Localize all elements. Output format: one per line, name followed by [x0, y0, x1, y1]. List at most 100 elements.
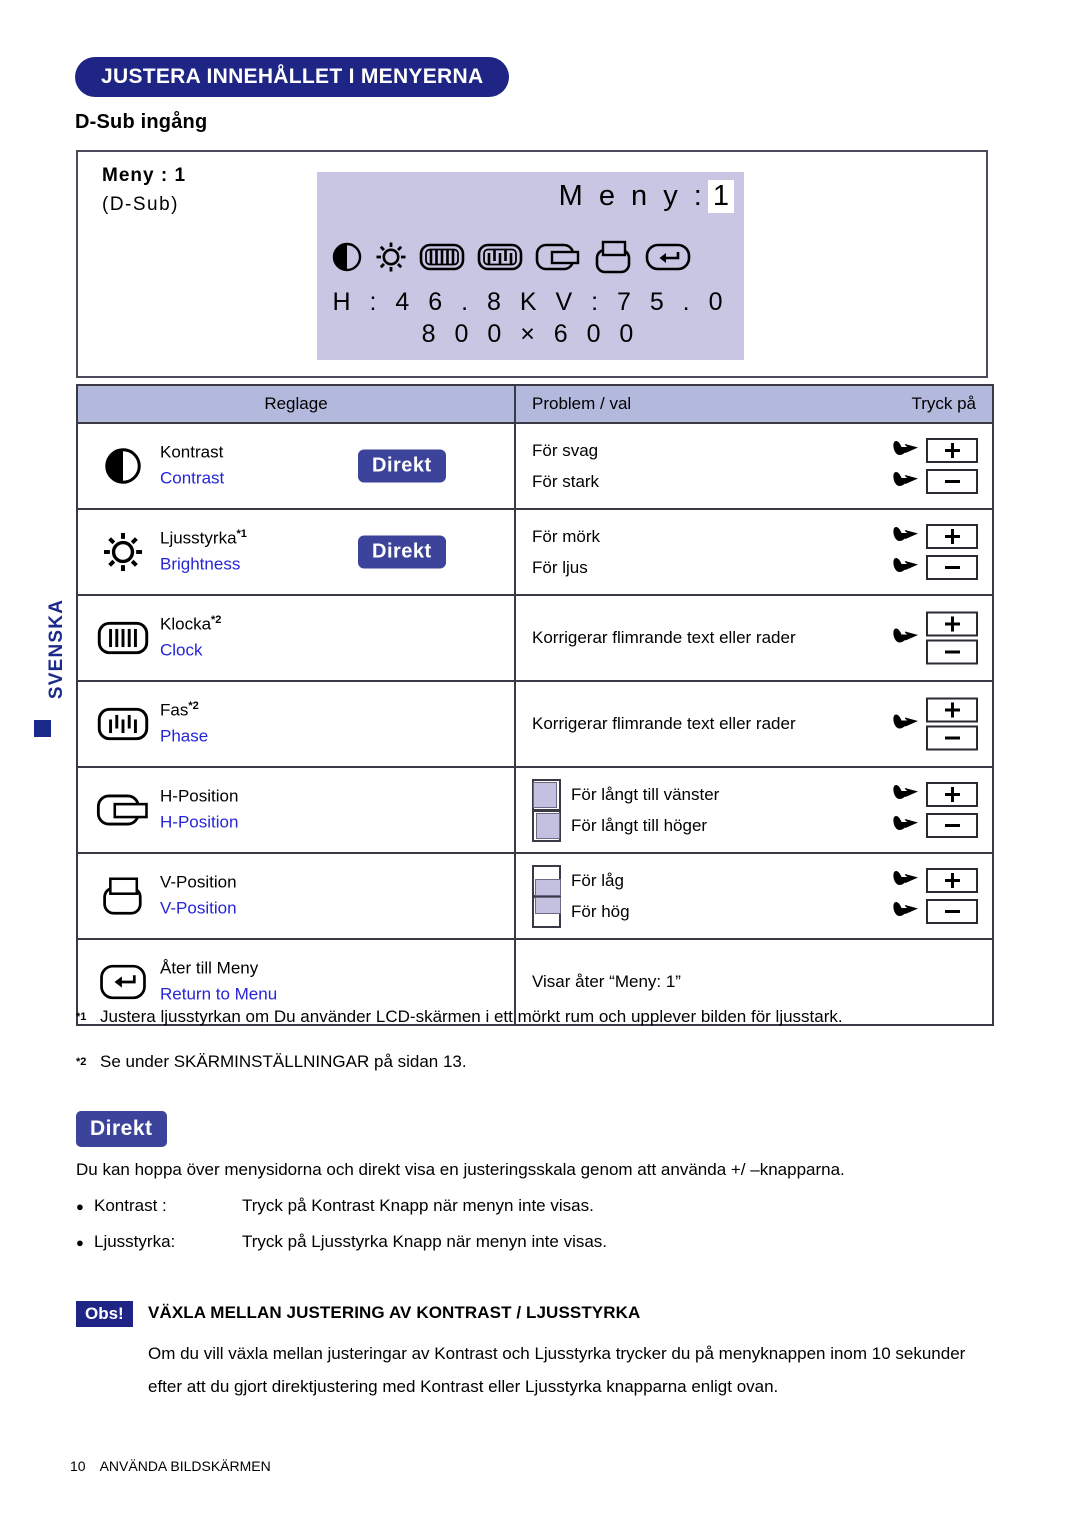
minus-button[interactable] [926, 725, 978, 751]
row-label-en: Clock [160, 641, 203, 660]
row-label-sv: Ljusstyrka*1 [160, 528, 247, 548]
pointing-hand-icon [893, 556, 919, 579]
note-title: VÄXLA MELLAN JUSTERING AV KONTRAST / LJU… [148, 1303, 641, 1322]
clock-icon [419, 241, 465, 278]
button-row [893, 521, 978, 552]
phase-icon [94, 695, 152, 753]
row-labels: Kontrast Contrast [160, 440, 224, 493]
clock-icon [94, 609, 152, 667]
option-text: För mörk [532, 526, 600, 546]
row-labels: V-Position V-Position [160, 870, 237, 923]
minus-button[interactable] [926, 899, 978, 924]
direkt-section-paragraph: Du kan hoppa över menysidorna och direkt… [76, 1160, 845, 1179]
preview-thumb-content-left [532, 778, 561, 811]
option-item: För hög [532, 895, 630, 928]
v-position-icon [94, 867, 152, 925]
direkt-item-value: Tryck på Kontrast Knapp när menyn inte v… [242, 1196, 594, 1215]
option-text: Korrigerar flimrande text eller rader [532, 628, 796, 647]
bullet-icon: ● [76, 1199, 84, 1214]
minus-button[interactable] [926, 639, 978, 665]
row-label-sv: Klocka*2 [160, 614, 222, 634]
button-row [893, 466, 978, 497]
osd-icon-row [331, 240, 731, 279]
option-text: För långt till vänster [571, 784, 720, 804]
button-list [893, 611, 978, 665]
minus-button[interactable] [926, 555, 978, 580]
plus-button[interactable] [926, 697, 978, 723]
row-problem-v-position: För låg För hög [514, 852, 994, 940]
page-title: JUSTERA INNEHÅLLET I MENYERNA [101, 65, 484, 88]
plus-button[interactable] [926, 868, 978, 893]
osd-menu-number: 1 [707, 180, 734, 213]
option-list: För mörk För ljus [532, 521, 600, 583]
osd-resolution: 8 0 0 × 6 0 0 [421, 320, 640, 348]
option-text: För svag [532, 440, 599, 460]
button-row [893, 896, 978, 927]
direkt-item-key: Ljusstyrka: [94, 1232, 176, 1251]
direkt-section-badge: Direkt [76, 1111, 167, 1147]
button-row [893, 810, 978, 841]
option-list: Visar åter “Meny: 1” [532, 972, 681, 992]
option-text: För långt till höger [571, 815, 708, 835]
pointing-hand-icon [893, 525, 919, 548]
direkt-item-key: Kontrast : [94, 1196, 167, 1215]
pointing-hand-icon [893, 627, 919, 650]
button-list [893, 865, 978, 927]
footnote-2-text: Se under SKÄRMINSTÄLLNINGAR på sidan 13. [100, 1052, 467, 1071]
row-labels: Åter till Meny Return to Menu [160, 956, 277, 1009]
option-item: För låg [532, 864, 630, 897]
option-list: Korrigerar flimrande text eller rader [532, 714, 796, 734]
row-label-en: Phase [160, 727, 209, 746]
osd-left-subtitle: (D-Sub) [102, 194, 180, 215]
row-label-en: Brightness [160, 555, 241, 574]
row-control-kontrast: Kontrast Contrast Direkt [76, 422, 516, 510]
option-item: För mörk [532, 521, 600, 552]
row-label-sv: Kontrast [160, 442, 224, 462]
column-header-problem: Problem / val Tryck på [514, 384, 994, 424]
plus-button[interactable] [926, 438, 978, 463]
button-list [893, 779, 978, 841]
footer-section-title: ANVÄNDA BILDSKÄRMEN [99, 1458, 271, 1474]
row-labels: Ljusstyrka*1 Brightness [160, 526, 247, 579]
table-row: H-Position H-Position För långt till vän… [76, 766, 994, 854]
osd-frequency: H : 4 6 . 8 K V : 7 5 . 0 [332, 288, 729, 316]
page-subtitle: D-Sub ingång [75, 111, 208, 133]
plus-button[interactable] [926, 782, 978, 807]
v-position-icon [593, 240, 633, 279]
column-header-problem-label: Problem / val [532, 394, 632, 413]
row-control-h-position: H-Position H-Position [76, 766, 516, 854]
direkt-badge: Direkt [358, 535, 446, 569]
document-page: SVENSKA JUSTERA INNEHÅLLET I MENYERNA D-… [0, 0, 1080, 1529]
option-text: För ljus [532, 557, 588, 577]
option-item: För svag [532, 435, 599, 466]
plus-button[interactable] [926, 524, 978, 549]
plus-button[interactable] [926, 611, 978, 637]
footer-page-number: 10 [70, 1458, 86, 1474]
row-control-fas: Fas*2 Phase [76, 680, 516, 768]
table-row: Klocka*2 Clock Korrigerar flimrande text… [76, 594, 994, 682]
pointing-hand-icon [893, 439, 919, 462]
preview-thumb-content-top [532, 895, 561, 928]
row-labels: H-Position H-Position [160, 784, 238, 837]
column-header-tryck-label: Tryck på [911, 394, 976, 413]
row-problem-kontrast: För svag För stark [514, 422, 994, 510]
osd-screen: M e n y : 1 H: 4 6 . 8 K V: 7 5 . 0 8 … [317, 172, 744, 360]
row-control-ljusstyrka: Ljusstyrka*1 Brightness Direkt [76, 508, 516, 596]
option-item: För långt till höger [532, 809, 719, 842]
list-item: ● Kontrast : Tryck på Kontrast Knapp när… [76, 1196, 996, 1232]
pointing-hand-icon [893, 470, 919, 493]
note-body: Om du vill växla mellan justeringar av K… [148, 1344, 966, 1397]
direkt-badge: Direkt [358, 449, 446, 483]
h-position-icon [535, 241, 581, 278]
minus-button[interactable] [926, 813, 978, 838]
button-row [893, 435, 978, 466]
button-row [893, 552, 978, 583]
row-labels: Fas*2 Phase [160, 698, 208, 751]
page-title-pill: JUSTERA INNEHÅLLET I MENYERNA [75, 57, 510, 97]
pointing-hand-icon [893, 783, 919, 806]
minus-button[interactable] [926, 469, 978, 494]
table-row: Ljusstyrka*1 Brightness Direkt För mörk … [76, 508, 994, 596]
contrast-icon [94, 437, 152, 495]
direkt-section-list: ● Kontrast : Tryck på Kontrast Knapp när… [76, 1196, 996, 1268]
note-badge: Obs! [76, 1301, 133, 1327]
